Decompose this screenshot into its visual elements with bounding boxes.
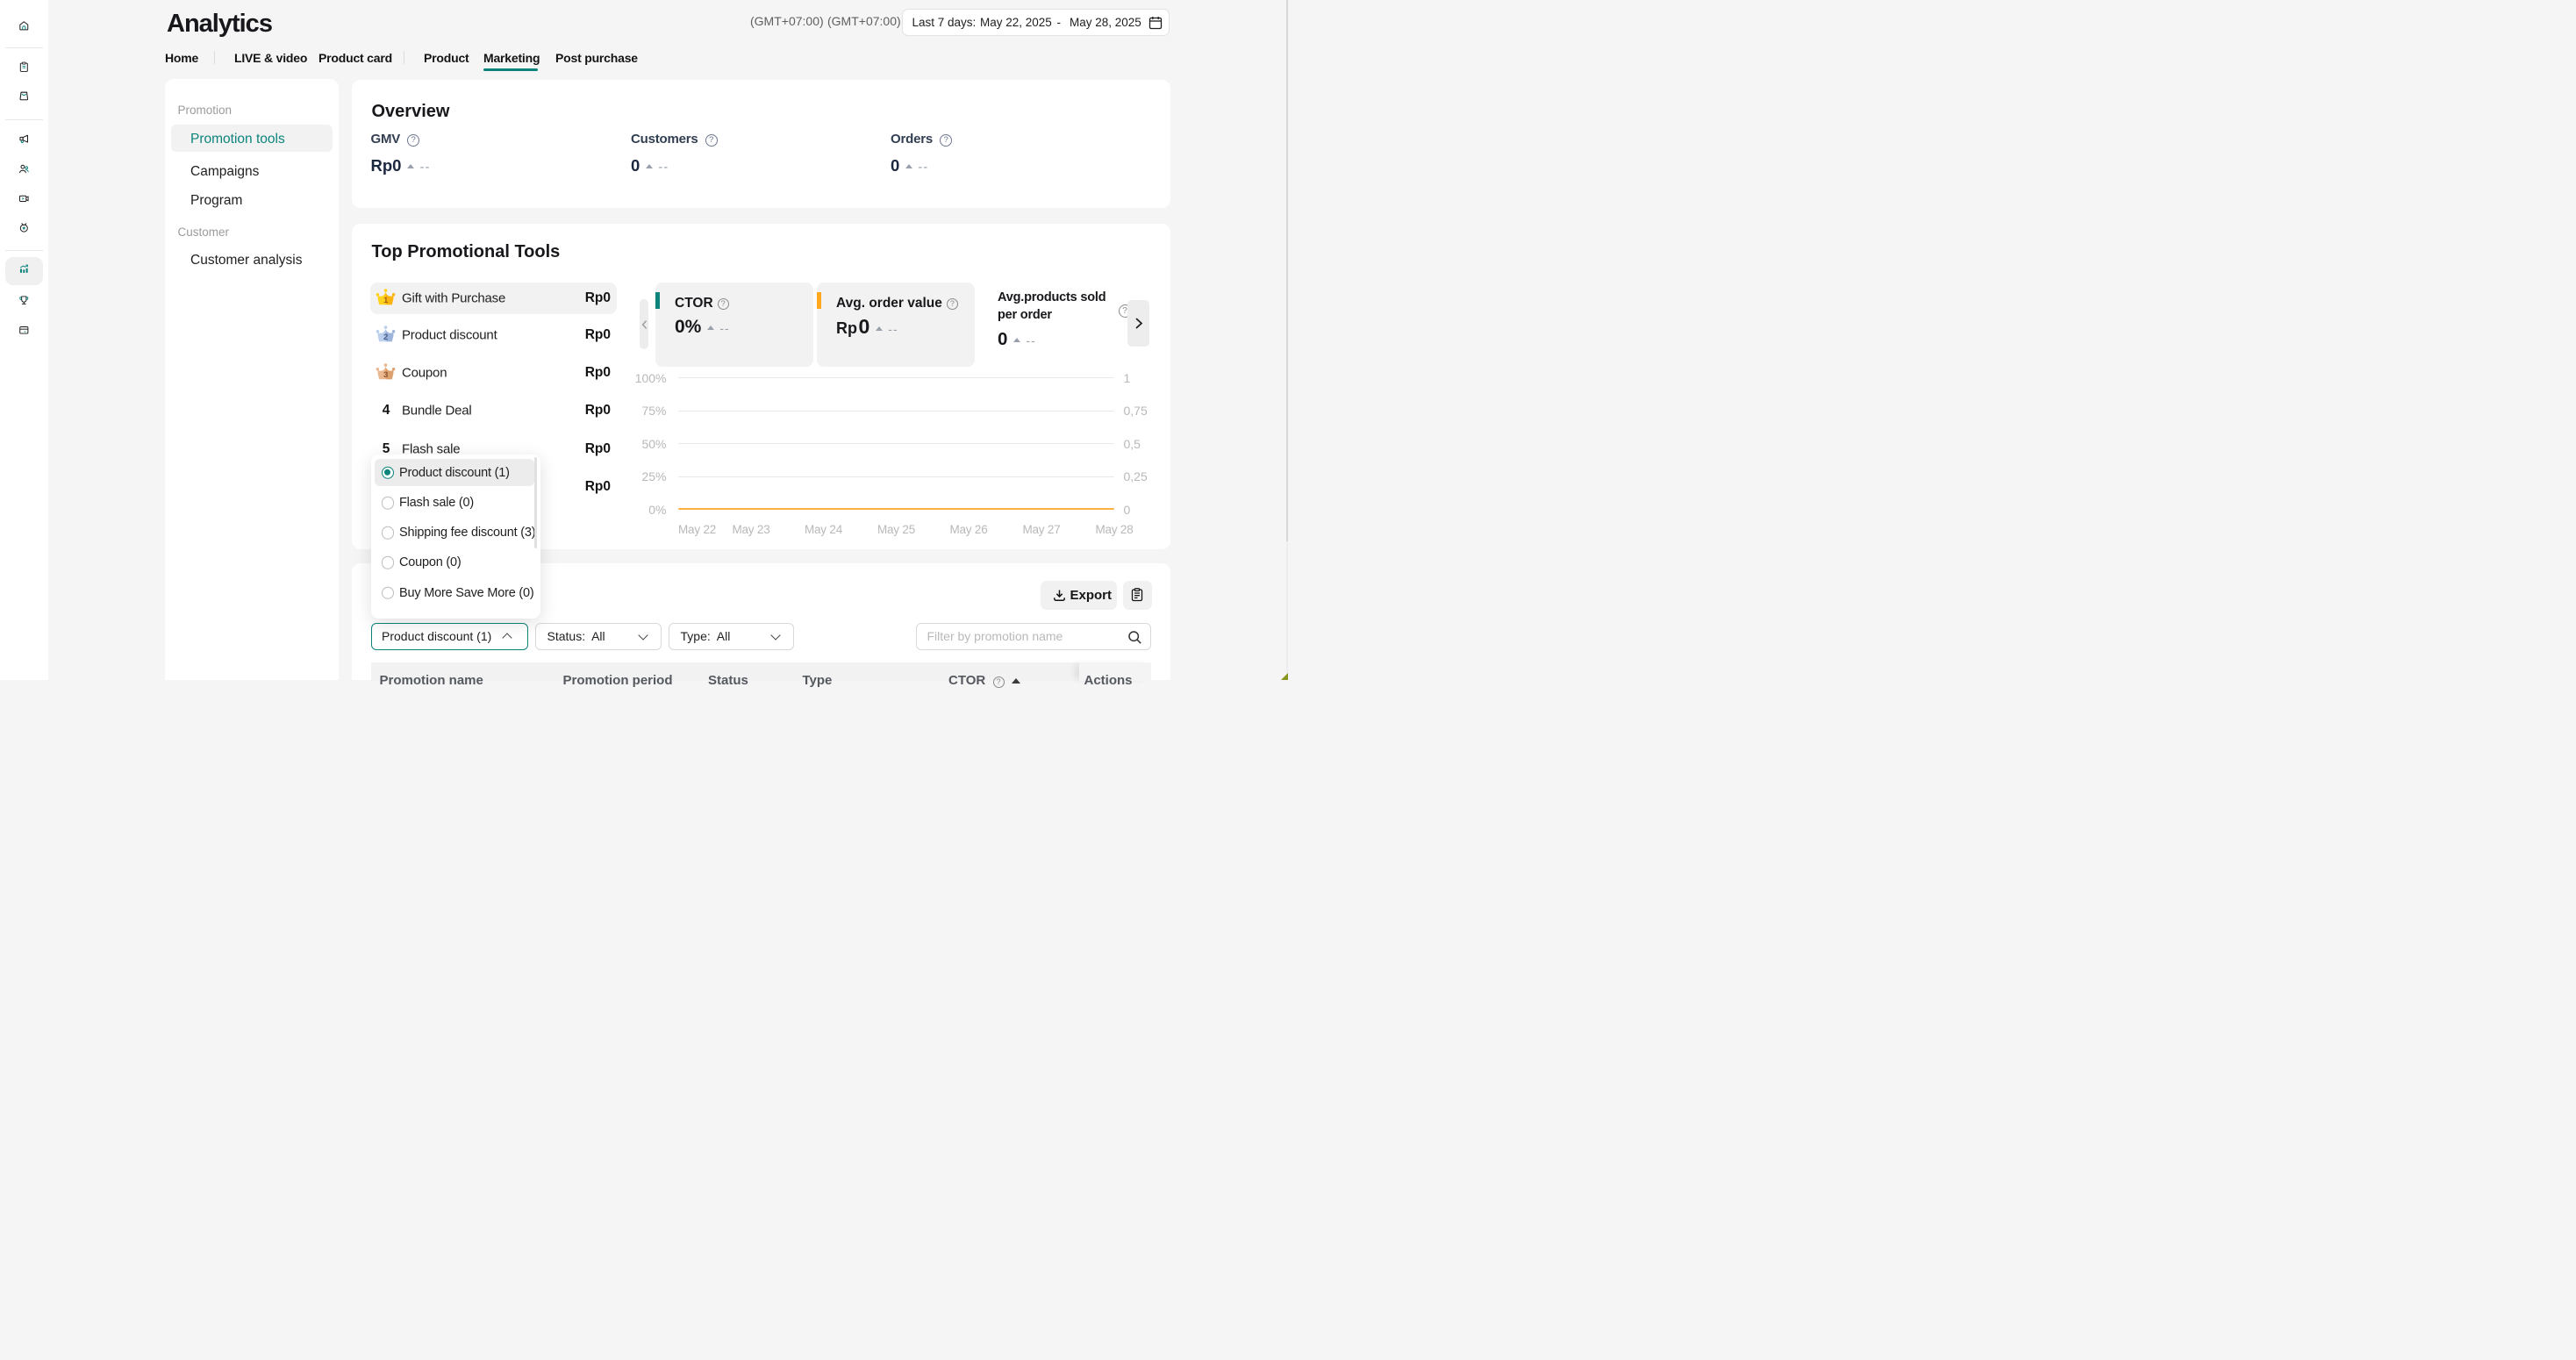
svg-text:3: 3: [383, 370, 388, 380]
svg-text:2: 2: [383, 333, 388, 342]
svg-text:1: 1: [383, 295, 389, 304]
